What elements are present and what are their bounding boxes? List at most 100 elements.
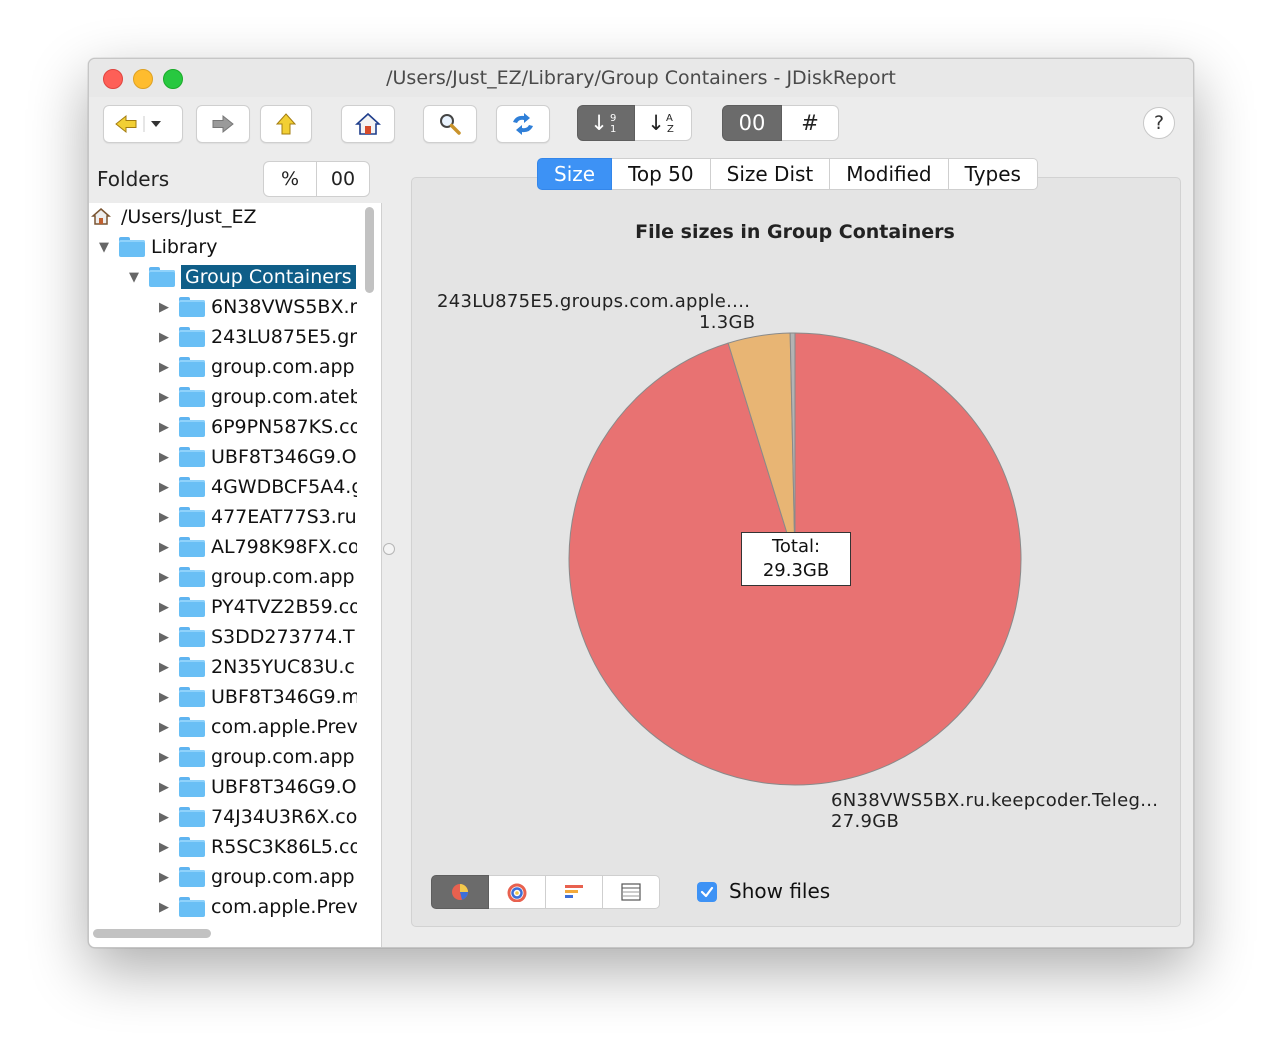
tab-types[interactable]: Types bbox=[948, 158, 1038, 190]
chart-title: File sizes in Group Containers bbox=[635, 221, 955, 243]
svg-text:1: 1 bbox=[610, 124, 616, 134]
size-mode-count-button[interactable]: # bbox=[782, 105, 839, 141]
disclosure-collapsed-icon[interactable]: ▶ bbox=[157, 360, 171, 375]
tree-row[interactable]: ▶ com.apple.Prev bbox=[157, 713, 357, 741]
back-button[interactable] bbox=[103, 105, 183, 143]
tree-row[interactable]: ▶ 6P9PN587KS.co bbox=[157, 413, 357, 441]
disclosure-collapsed-icon[interactable]: ▶ bbox=[157, 420, 171, 435]
tab-size-dist[interactable]: Size Dist bbox=[710, 158, 831, 190]
tree-row-label: 6P9PN587KS.co bbox=[211, 416, 357, 438]
tree-horizontal-scrollbar[interactable] bbox=[93, 929, 211, 938]
chart-style-toggle bbox=[431, 875, 660, 909]
disclosure-collapsed-icon[interactable]: ▶ bbox=[157, 450, 171, 465]
tree-row[interactable]: ▶ 2N35YUC83U.c bbox=[157, 653, 355, 681]
tree-row-label: 4GWDBCF5A4.g bbox=[211, 476, 357, 498]
folder-icon bbox=[179, 477, 205, 497]
disclosure-collapsed-icon[interactable]: ▶ bbox=[157, 330, 171, 345]
view-tabs: Size Top 50 Size Dist Modified Types bbox=[537, 158, 1038, 190]
tree-row-label: /Users/Just_EZ bbox=[121, 206, 257, 228]
tree-row[interactable]: ▶ 243LU875E5.gr bbox=[157, 323, 357, 351]
folder-tree-viewport: /Users/Just_EZ ▼ Library ▼ Group Containers ▶… bbox=[89, 203, 357, 923]
tree-row-label: com.apple.Prev bbox=[211, 896, 357, 918]
disclosure-collapsed-icon[interactable]: ▶ bbox=[157, 810, 171, 825]
bar-view-button[interactable] bbox=[546, 875, 603, 909]
tree-row-label: 2N35YUC83U.c bbox=[211, 656, 355, 678]
show-files-checkbox[interactable] bbox=[697, 882, 717, 902]
ring-view-button[interactable] bbox=[489, 875, 546, 909]
folder-icon bbox=[179, 717, 205, 737]
disclosure-collapsed-icon[interactable]: ▶ bbox=[157, 300, 171, 315]
tree-row[interactable]: ▶ group.com.app bbox=[157, 563, 355, 591]
tree-row[interactable]: ▶ UBF8T346G9.O bbox=[157, 443, 357, 471]
disclosure-collapsed-icon[interactable]: ▶ bbox=[157, 720, 171, 735]
disclosure-collapsed-icon[interactable]: ▶ bbox=[157, 780, 171, 795]
sort-order-toggle: ↓ 9 1 ↓ A Z bbox=[577, 105, 692, 141]
tree-row[interactable]: ▶ group.com.app bbox=[157, 353, 355, 381]
size-mode-button[interactable]: 00 bbox=[317, 161, 370, 197]
tree-node-group-containers[interactable]: ▼ Group Containers bbox=[127, 263, 356, 291]
sort-by-name-button[interactable]: ↓ A Z bbox=[635, 105, 692, 141]
disclosure-collapsed-icon[interactable]: ▶ bbox=[157, 840, 171, 855]
bar-chart-icon bbox=[565, 885, 583, 898]
tree-row[interactable]: ▶ group.com.app bbox=[157, 863, 355, 891]
home-button[interactable] bbox=[341, 105, 395, 143]
forward-button[interactable] bbox=[196, 105, 250, 143]
tree-row[interactable]: ▶ S3DD273774.T bbox=[157, 623, 355, 651]
disclosure-collapsed-icon[interactable]: ▶ bbox=[157, 750, 171, 765]
folder-icon bbox=[179, 627, 205, 647]
disclosure-collapsed-icon[interactable]: ▶ bbox=[157, 510, 171, 525]
sort-by-size-button[interactable]: ↓ 9 1 bbox=[577, 105, 635, 141]
disclosure-collapsed-icon[interactable]: ▶ bbox=[157, 900, 171, 915]
disclosure-collapsed-icon[interactable]: ▶ bbox=[157, 540, 171, 555]
tree-vertical-scrollbar[interactable] bbox=[365, 207, 374, 293]
tree-row[interactable]: ▶ PY4TVZ2B59.co bbox=[157, 593, 357, 621]
disclosure-collapsed-icon[interactable]: ▶ bbox=[157, 690, 171, 705]
disclosure-collapsed-icon[interactable]: ▶ bbox=[157, 870, 171, 885]
tab-top-50[interactable]: Top 50 bbox=[612, 158, 711, 190]
help-button[interactable]: ? bbox=[1143, 107, 1175, 139]
tree-row[interactable]: ▶ UBF8T346G9.m bbox=[157, 683, 357, 711]
disclosure-collapsed-icon[interactable]: ▶ bbox=[157, 390, 171, 405]
disclosure-collapsed-icon[interactable]: ▶ bbox=[157, 480, 171, 495]
tree-row[interactable]: ▶ AL798K98FX.co bbox=[157, 533, 357, 561]
tree-row-label: group.com.app bbox=[211, 746, 355, 768]
tree-row[interactable]: ▶ com.apple.Prev bbox=[157, 893, 357, 921]
tree-row-label: Group Containers bbox=[181, 265, 356, 289]
folder-icon bbox=[179, 597, 205, 617]
tab-modified[interactable]: Modified bbox=[830, 158, 949, 190]
folder-icon bbox=[179, 327, 205, 347]
disclosure-collapsed-icon[interactable]: ▶ bbox=[157, 630, 171, 645]
svg-text:A: A bbox=[666, 113, 673, 124]
total-value: 29.3GB bbox=[762, 560, 830, 581]
tree-row[interactable]: ▶ UBF8T346G9.O bbox=[157, 773, 357, 801]
tree-row-label: 6N38VWS5BX.r bbox=[211, 296, 357, 318]
tree-row[interactable]: ▶ 6N38VWS5BX.r bbox=[157, 293, 357, 321]
up-arrow-icon bbox=[275, 113, 297, 135]
tree-row[interactable]: ▶ R5SC3K86L5.co bbox=[157, 833, 357, 861]
table-view-button[interactable] bbox=[603, 875, 660, 909]
tree-row[interactable]: ▶ 74J34U3R6X.co bbox=[157, 803, 357, 831]
search-button[interactable] bbox=[423, 105, 477, 143]
refresh-button[interactable] bbox=[496, 105, 550, 143]
tree-row[interactable]: ▶ 4GWDBCF5A4.g bbox=[157, 473, 357, 501]
up-button[interactable] bbox=[260, 105, 312, 143]
disclosure-collapsed-icon[interactable]: ▶ bbox=[157, 600, 171, 615]
disclosure-collapsed-icon[interactable]: ▶ bbox=[157, 570, 171, 585]
show-files-label: Show files bbox=[729, 879, 831, 903]
disclosure-collapsed-icon[interactable]: ▶ bbox=[157, 660, 171, 675]
tree-row[interactable]: ▶ group.com.app bbox=[157, 743, 355, 771]
tree-node-library[interactable]: ▼ Library bbox=[97, 233, 217, 261]
disclosure-expanded-icon[interactable]: ▼ bbox=[97, 240, 111, 255]
tree-row[interactable]: ▶ 477EAT77S3.ru bbox=[157, 503, 357, 531]
tree-row[interactable]: ▶ group.com.ateb bbox=[157, 383, 357, 411]
folder-tree[interactable]: /Users/Just_EZ ▼ Library ▼ Group Containers ▶… bbox=[89, 203, 382, 947]
size-mode-bytes-button[interactable]: 00 bbox=[722, 105, 782, 141]
folder-icon bbox=[179, 507, 205, 527]
split-pane-handle[interactable] bbox=[383, 543, 395, 555]
tree-node-users-just-ez[interactable]: /Users/Just_EZ bbox=[91, 203, 257, 231]
percent-mode-button[interactable]: % bbox=[263, 161, 317, 197]
pie-view-button[interactable] bbox=[431, 875, 489, 909]
tab-size[interactable]: Size bbox=[537, 158, 613, 190]
size-mode-toggle: 00 # bbox=[722, 105, 839, 141]
disclosure-expanded-icon[interactable]: ▼ bbox=[127, 270, 141, 285]
